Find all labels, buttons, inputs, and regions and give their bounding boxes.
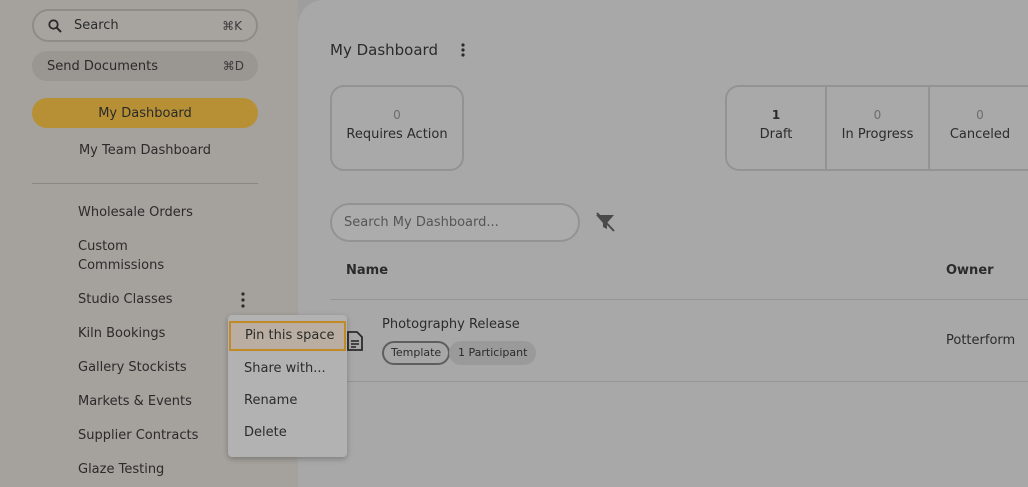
search-button[interactable]: Search ⌘K xyxy=(32,9,258,42)
stat-label: In Progress xyxy=(841,127,914,142)
send-documents-button[interactable]: Send Documents ⌘D xyxy=(32,51,258,81)
column-header-owner[interactable]: Owner xyxy=(946,263,994,278)
stat-count: 0 xyxy=(976,108,984,122)
menu-item-share[interactable]: Share with... xyxy=(228,354,347,384)
space-options-icon[interactable] xyxy=(236,291,250,309)
sidebar-item-my-team-dashboard[interactable]: My Team Dashboard xyxy=(32,143,258,158)
document-icon xyxy=(347,331,363,351)
sidebar-item-supplier-contracts[interactable]: Supplier Contracts xyxy=(78,426,238,445)
stat-draft[interactable]: 1 Draft xyxy=(727,87,827,169)
sidebar-item-label: My Dashboard xyxy=(98,105,192,121)
sidebar-item-kiln-bookings[interactable]: Kiln Bookings xyxy=(78,324,238,343)
page-title: My Dashboard xyxy=(330,41,438,59)
main-content xyxy=(298,0,1028,487)
table-divider xyxy=(330,299,1028,300)
sidebar-item-wholesale-orders[interactable]: Wholesale Orders xyxy=(78,203,238,222)
sidebar-item-my-dashboard[interactable]: My Dashboard xyxy=(32,98,258,128)
document-title[interactable]: Photography Release xyxy=(382,317,520,332)
clear-filter-icon[interactable] xyxy=(593,210,617,234)
send-documents-label: Send Documents xyxy=(47,58,158,74)
template-badge: Template xyxy=(382,341,451,365)
sidebar-item-label: My Team Dashboard xyxy=(78,143,212,158)
status-group: 1 Draft 0 In Progress 0 Canceled xyxy=(725,85,1028,171)
search-icon xyxy=(48,18,62,33)
sidebar-item-markets-events[interactable]: Markets & Events xyxy=(78,392,238,411)
stat-in-progress[interactable]: 0 In Progress xyxy=(827,87,930,169)
table-divider xyxy=(330,381,1028,382)
stat-count: 0 xyxy=(393,108,401,122)
space-context-menu: Pin this space Share with... Rename Dele… xyxy=(228,315,347,457)
dashboard-search-input[interactable] xyxy=(330,203,580,242)
search-shortcut: ⌘K xyxy=(222,18,242,33)
stat-label: Requires Action xyxy=(346,127,448,142)
menu-item-pin-space[interactable]: Pin this space xyxy=(229,321,346,351)
menu-item-delete[interactable]: Delete xyxy=(228,418,347,448)
document-owner: Potterform xyxy=(946,333,1016,348)
stat-count: 0 xyxy=(873,108,882,122)
stat-canceled[interactable]: 0 Canceled xyxy=(930,87,1028,169)
stat-requires-action[interactable]: 0 Requires Action xyxy=(330,85,464,171)
column-header-name[interactable]: Name xyxy=(346,263,388,278)
sidebar-divider xyxy=(32,183,258,184)
search-label: Search xyxy=(74,18,119,33)
sidebar-item-glaze-testing[interactable]: Glaze Testing xyxy=(78,460,238,479)
stat-label: Draft xyxy=(759,127,793,142)
participant-badge: 1 Participant xyxy=(449,341,537,365)
send-documents-shortcut: ⌘D xyxy=(222,59,244,73)
dashboard-options-icon[interactable] xyxy=(457,42,469,58)
stat-label: Canceled xyxy=(949,127,1011,142)
menu-item-rename[interactable]: Rename xyxy=(228,386,347,416)
stat-count: 1 xyxy=(771,108,781,122)
sidebar-item-gallery-stockists[interactable]: Gallery Stockists xyxy=(78,358,238,377)
sidebar-item-studio-classes[interactable]: Studio Classes xyxy=(78,290,238,309)
sidebar-item-custom-commissions[interactable]: Custom Commissions xyxy=(78,237,238,275)
